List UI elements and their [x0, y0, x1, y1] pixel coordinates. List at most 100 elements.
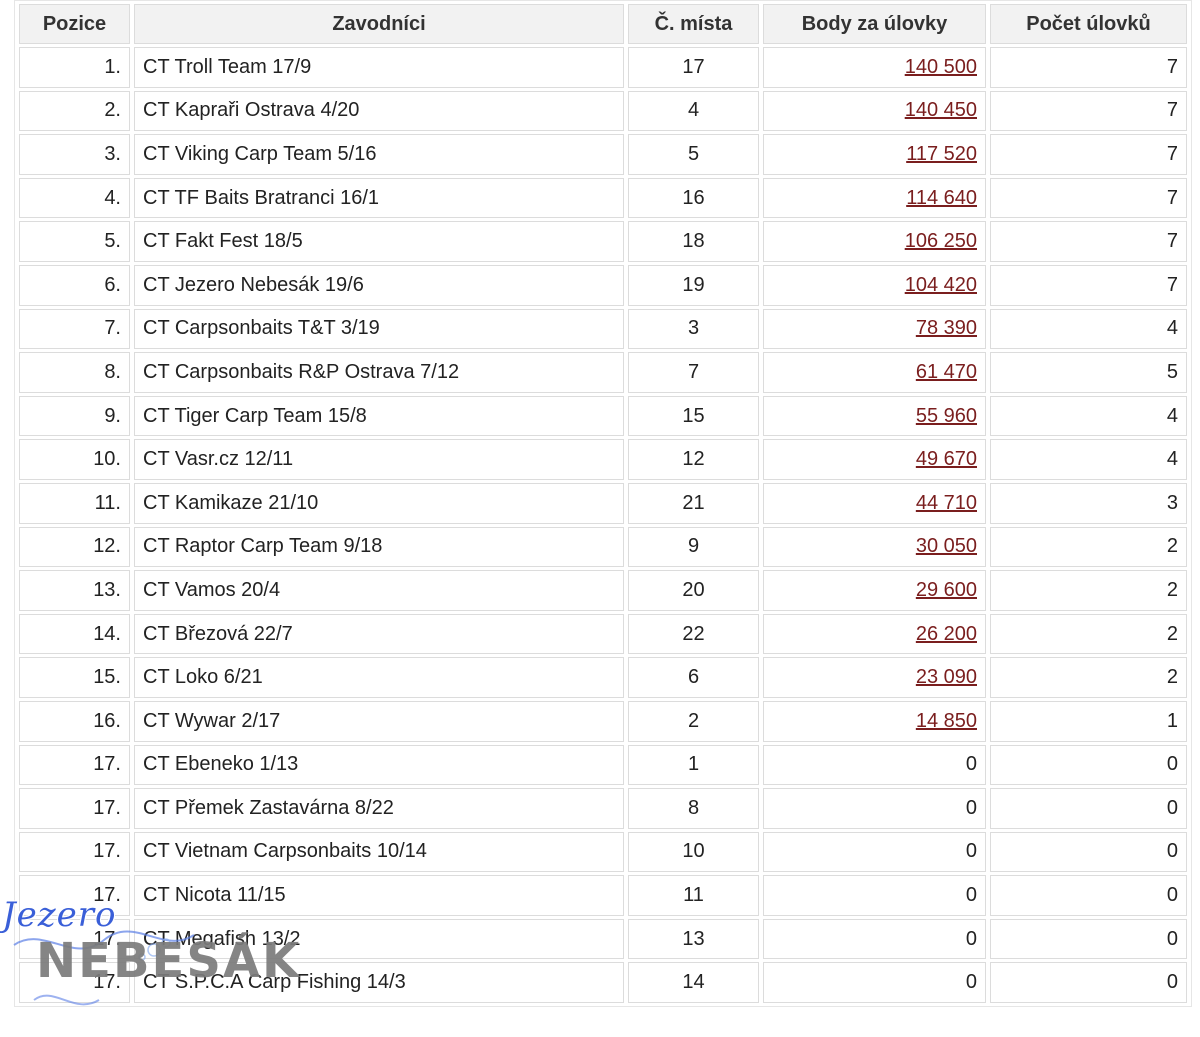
team-name-cell: CT Ebeneko 1/13 — [134, 744, 624, 786]
header-competitors: Zavodníci — [134, 4, 624, 44]
catch-count-cell: 0 — [990, 744, 1187, 786]
team-name-cell-text: CT Tiger Carp Team 15/8 — [143, 404, 367, 427]
position-cell-text: 17. — [93, 884, 121, 907]
catch-count-cell-text: 0 — [1166, 927, 1178, 950]
position-cell-text: 15. — [93, 666, 121, 689]
place-number-cell-text: 3 — [687, 317, 700, 340]
position-cell: 15. — [19, 657, 130, 698]
team-name-cell-text: CT Ebeneko 1/13 — [143, 753, 299, 776]
catch-points-link[interactable]: 140 500 — [905, 56, 977, 78]
position-cell-text: 3. — [104, 142, 121, 165]
catch-points-link[interactable]: 55 960 — [916, 405, 977, 427]
position-cell: 17. — [19, 788, 130, 829]
team-name-cell: CT Viking Carp Team 5/16 — [134, 134, 624, 175]
catch-count-cell: 0 — [990, 962, 1187, 1004]
catch-points-cell: 0 — [763, 831, 986, 873]
position-cell-text: 5. — [104, 230, 121, 253]
catch-points-link[interactable]: 61 470 — [916, 361, 977, 383]
position-cell-text: 8. — [104, 360, 121, 383]
team-name-cell-text: CT Vietnam Carpsonbaits 10/14 — [143, 840, 427, 863]
team-name-cell: CT Jezero Nebesák 19/6 — [134, 264, 624, 306]
position-cell: 6. — [19, 264, 130, 306]
position-cell-text: 7. — [104, 317, 121, 340]
catch-count-cell: 7 — [990, 134, 1187, 175]
catch-points-cell: 140 500 — [763, 47, 986, 88]
catch-count-cell-text: 7 — [1166, 99, 1178, 122]
catch-points-cell: 0 — [763, 875, 986, 916]
place-number-cell-text: 21 — [682, 491, 705, 514]
position-cell: 7. — [19, 308, 130, 350]
table-row: 1. CT Troll Team 17/9 17 140 500 7 — [19, 47, 1187, 88]
catch-points-link[interactable]: 104 420 — [905, 274, 977, 296]
team-name-cell: CT Fakt Fest 18/5 — [134, 221, 624, 262]
position-cell: 17. — [19, 918, 130, 960]
place-number-cell: 8 — [628, 788, 759, 829]
table-row: 5. CT Fakt Fest 18/5 18 106 250 7 — [19, 221, 1187, 262]
place-number-cell-text: 16 — [682, 186, 705, 209]
catch-points-link[interactable]: 14 850 — [916, 710, 977, 732]
team-name-cell-text: CT TF Baits Bratranci 16/1 — [143, 186, 380, 209]
position-cell: 12. — [19, 526, 130, 568]
catch-points-link[interactable]: 23 090 — [916, 666, 977, 688]
position-cell-text: 13. — [93, 578, 121, 601]
catch-points-link[interactable]: 114 640 — [906, 187, 977, 209]
catch-points-link[interactable]: 49 670 — [916, 448, 977, 470]
catch-count-cell: 2 — [990, 570, 1187, 611]
table-row: 17. CT Vietnam Carpsonbaits 10/14 10 0 0 — [19, 831, 1187, 873]
catch-points-text: 0 — [965, 971, 977, 994]
team-name-cell-text: CT Raptor Carp Team 9/18 — [143, 535, 383, 558]
team-name-cell: CT Vamos 20/4 — [134, 570, 624, 611]
catch-points-text: 0 — [965, 927, 977, 950]
place-number-cell-text: 4 — [687, 99, 700, 122]
position-cell: 13. — [19, 570, 130, 611]
team-name-cell-text: CT Jezero Nebesák 19/6 — [143, 273, 364, 296]
header-position: Pozice — [19, 4, 130, 44]
place-number-cell-text: 6 — [687, 666, 700, 689]
catch-points-link[interactable]: 44 710 — [916, 492, 977, 514]
catch-points-link[interactable]: 117 520 — [906, 143, 977, 165]
table-row: 9. CT Tiger Carp Team 15/8 15 55 960 4 — [19, 395, 1187, 437]
team-name-cell-text: CT Nicota 11/15 — [143, 884, 286, 907]
team-name-cell: CT Carpsonbaits R&P Ostrava 7/12 — [134, 352, 624, 393]
catch-count-cell-text: 7 — [1166, 55, 1178, 78]
place-number-cell: 22 — [628, 613, 759, 655]
catch-points-link[interactable]: 140 450 — [905, 99, 977, 121]
position-cell-text: 17. — [93, 927, 121, 950]
place-number-cell: 12 — [628, 439, 759, 480]
position-cell: 17. — [19, 962, 130, 1004]
position-cell-text: 6. — [104, 273, 121, 296]
table-row: 11. CT Kamikaze 21/10 21 44 710 3 — [19, 482, 1187, 524]
catch-count-cell-text: 0 — [1166, 753, 1178, 776]
header-catch-points: Body za úlovky — [763, 4, 986, 44]
place-number-cell: 13 — [628, 918, 759, 960]
position-cell-text: 1. — [104, 55, 121, 78]
place-number-cell: 9 — [628, 526, 759, 568]
table-row: 17. CT Megafish 13/2 13 0 0 — [19, 918, 1187, 960]
header-place-number: Č. místa — [628, 4, 759, 44]
place-number-cell: 4 — [628, 90, 759, 132]
position-cell: 17. — [19, 744, 130, 786]
table-row: 6. CT Jezero Nebesák 19/6 19 104 420 7 — [19, 264, 1187, 306]
catch-count-cell: 4 — [990, 308, 1187, 350]
place-number-cell-text: 10 — [682, 840, 705, 863]
catch-points-link[interactable]: 26 200 — [916, 623, 977, 645]
catch-points-link[interactable]: 30 050 — [916, 535, 977, 557]
catch-points-link[interactable]: 29 600 — [916, 579, 977, 601]
catch-points-link[interactable]: 78 390 — [916, 317, 977, 339]
catch-points-cell: 61 470 — [763, 352, 986, 393]
catch-points-cell: 0 — [763, 788, 986, 829]
catch-count-cell: 2 — [990, 657, 1187, 698]
place-number-cell: 3 — [628, 308, 759, 350]
team-name-cell: CT Březová 22/7 — [134, 613, 624, 655]
catch-count-cell-text: 2 — [1166, 578, 1178, 601]
place-number-cell-text: 22 — [682, 622, 705, 645]
position-cell: 3. — [19, 134, 130, 175]
place-number-cell: 17 — [628, 47, 759, 88]
position-cell: 5. — [19, 221, 130, 262]
table-row: 15. CT Loko 6/21 6 23 090 2 — [19, 657, 1187, 698]
team-name-cell: CT Megafish 13/2 — [134, 918, 624, 960]
team-name-cell-text: CT Březová 22/7 — [143, 622, 293, 645]
catch-points-link[interactable]: 106 250 — [905, 230, 977, 252]
catch-count-cell-text: 2 — [1166, 535, 1178, 558]
team-name-cell-text: CT Viking Carp Team 5/16 — [143, 142, 377, 165]
